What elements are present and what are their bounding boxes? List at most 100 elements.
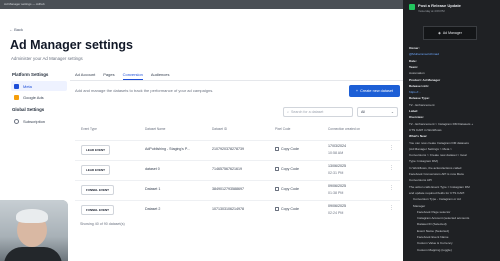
- settings-tabs: Ad Account Pages Conversion Audiences: [75, 72, 170, 80]
- table-row[interactable]: LEAD EVENT dataset 0 714657567621619 Copy C…: [75, 160, 400, 180]
- release-panel-subtitle: Yesterday at 4:09 PM: [418, 9, 445, 13]
- table-row[interactable]: FUNNEL EVENT Dataset 1 3849012793588697 Cop…: [75, 180, 400, 200]
- copy-code-button[interactable]: Copy Code: [275, 207, 299, 211]
- created-date: 09/06/2025: [328, 184, 346, 188]
- dataset-search-input[interactable]: ⌕ Search for a dataset: [283, 107, 353, 117]
- copy-code-label: Copy Code: [281, 207, 299, 211]
- release-note-line: Dataset ID (Selected): [417, 222, 447, 227]
- row-menu-icon[interactable]: ⋮: [389, 145, 395, 151]
- sidebar-heading-platform: Platform Settings: [12, 72, 49, 77]
- release-note-line: Conversions > Create new dataset > Goal: [409, 153, 467, 158]
- row-menu-icon[interactable]: ⋮: [389, 165, 395, 171]
- column-header: Dataset ID: [212, 127, 228, 131]
- release-note-line: Conversions API: [409, 178, 432, 183]
- release-note-line: Facebook Event Name: [417, 235, 449, 239]
- person-hair: [16, 209, 48, 223]
- release-note-line: Facebook Page selector: [417, 209, 451, 214]
- copy-icon: [275, 187, 279, 191]
- webcam-overlay: [0, 200, 68, 261]
- event-type-badge: LEAD EVENT: [81, 145, 111, 155]
- sidebar-item-meta[interactable]: Meta: [11, 81, 67, 91]
- created-date: 09/06/2025: [328, 204, 346, 208]
- column-header: Dataset Name: [145, 127, 166, 131]
- dataset-id: 1071303106214978: [212, 207, 244, 211]
- pagination-status: Showing 40 of 90 dataset(s): [80, 222, 125, 226]
- ad-manager-card-label: Ad Manager: [442, 31, 462, 35]
- copy-icon: [275, 147, 279, 151]
- tab-audiences[interactable]: Audiences: [151, 72, 170, 80]
- release-note-line: Release Type:: [409, 96, 430, 101]
- page-title: Ad Manager settings: [10, 38, 133, 52]
- copy-code-button[interactable]: Copy Code: [275, 147, 299, 151]
- created-time: 01:38 PM: [328, 191, 344, 195]
- copy-code-button[interactable]: Copy Code: [275, 167, 299, 171]
- table-row[interactable]: LEAD EVENT AdPublishing - Staging's P... 2…: [75, 140, 400, 160]
- release-note-line: Product: Ad Manager: [409, 77, 441, 82]
- dataset-id: 3849012793588697: [212, 187, 244, 191]
- filter-value: All: [361, 110, 365, 114]
- release-note-line: Release Link:: [409, 83, 429, 88]
- row-menu-icon[interactable]: ⋮: [389, 185, 395, 191]
- dataset-name: Dataset 1: [145, 187, 161, 191]
- release-note-line: Event Name (Selected): [417, 228, 449, 233]
- release-note-line: Automation: [409, 71, 425, 76]
- tab-pages[interactable]: Pages: [103, 72, 114, 80]
- release-note-line: Instagram Account (selected accounts: [417, 216, 470, 221]
- sidebar-item-subscription[interactable]: Subscription: [11, 116, 67, 126]
- release-note-line: Owner:: [409, 46, 420, 50]
- release-notes-panel: Post a Release Update Yesterday at 4:09 …: [403, 0, 500, 261]
- release-note-line: Label:: [409, 109, 419, 113]
- tabs-divider: [70, 80, 403, 81]
- create-dataset-label: Create new dataset: [360, 89, 394, 93]
- created-date: 13/06/2025: [328, 164, 346, 168]
- release-note-line: Facebook Conversions API is now Meta: [409, 172, 464, 176]
- copy-code-label: Copy Code: [281, 147, 299, 151]
- release-note-line: T2 - Enhancement: [409, 102, 435, 107]
- release-note-line: (Ad Manager Settings > Meta >: [409, 146, 452, 151]
- dataset-name: AdPublishing - Staging's P...: [145, 147, 190, 151]
- release-note-line[interactable]: https://...: [409, 90, 421, 94]
- page-subtitle: Administer your Ad Manager settings: [11, 56, 83, 61]
- dataset-id: 2107920378278739: [212, 147, 244, 151]
- dataset-name: dataset 0: [145, 167, 160, 171]
- release-note-line: Manager: [413, 203, 426, 208]
- sidebar-item-google-ads[interactable]: Google Ads: [11, 92, 67, 102]
- column-header: Pixel Code: [275, 127, 291, 131]
- table-row[interactable]: FUNNEL EVENT Dataset 2 1071303106214978 Cop…: [75, 200, 400, 220]
- created-time: 02:31 PM: [328, 171, 344, 175]
- back-label: Back: [14, 27, 24, 32]
- release-note-line: and update required fields for CTS CAPI: [409, 190, 465, 195]
- release-note-line: Custom Mapping (toggle): [417, 247, 452, 252]
- column-header: Connection created on: [328, 127, 361, 131]
- sidebar-item-label: Subscription: [23, 118, 46, 124]
- create-dataset-button[interactable]: + Create new dataset: [349, 85, 400, 97]
- copy-code-button[interactable]: Copy Code: [275, 187, 299, 191]
- sidebar-heading-global: Global Settings: [12, 107, 45, 112]
- created-date: 17/03/2024: [328, 144, 346, 148]
- ad-manager-logo-icon: ◈: [438, 31, 441, 35]
- release-note-line: T2 - Enhancement > Instagram DM Datasets…: [409, 121, 474, 126]
- app-avatar-icon: [409, 4, 415, 10]
- tab-ad-account[interactable]: Ad Account: [75, 72, 95, 80]
- created-time: 02:24 PM: [328, 211, 344, 215]
- dataset-name: Dataset 2: [145, 207, 161, 211]
- row-menu-icon[interactable]: ⋮: [389, 205, 395, 211]
- release-note-line: What's New:: [409, 134, 428, 139]
- column-header: Event Type: [81, 127, 97, 131]
- event-type-badge: FUNNEL EVENT: [81, 185, 114, 195]
- release-note-line: Type: Instagram DM): [409, 159, 438, 164]
- person-body: [4, 247, 62, 261]
- event-filter-select[interactable]: All ⌄: [357, 107, 398, 117]
- plus-icon: +: [355, 89, 359, 93]
- conversion-description: Add and manage the datasets to track the…: [75, 88, 214, 93]
- dataset-id: 714657567621619: [212, 167, 242, 171]
- copy-icon: [275, 167, 279, 171]
- tab-conversion[interactable]: Conversion: [122, 72, 143, 80]
- copy-icon: [275, 207, 279, 211]
- search-icon: ⌕: [287, 110, 290, 114]
- release-note-line: Team:: [409, 64, 418, 69]
- copy-code-label: Copy Code: [281, 187, 299, 191]
- release-note-line[interactable]: @Muhammad Ahmad: [409, 52, 439, 56]
- back-link[interactable]: ← Back: [9, 27, 23, 32]
- ad-manager-card: ◈ Ad Manager: [423, 26, 477, 40]
